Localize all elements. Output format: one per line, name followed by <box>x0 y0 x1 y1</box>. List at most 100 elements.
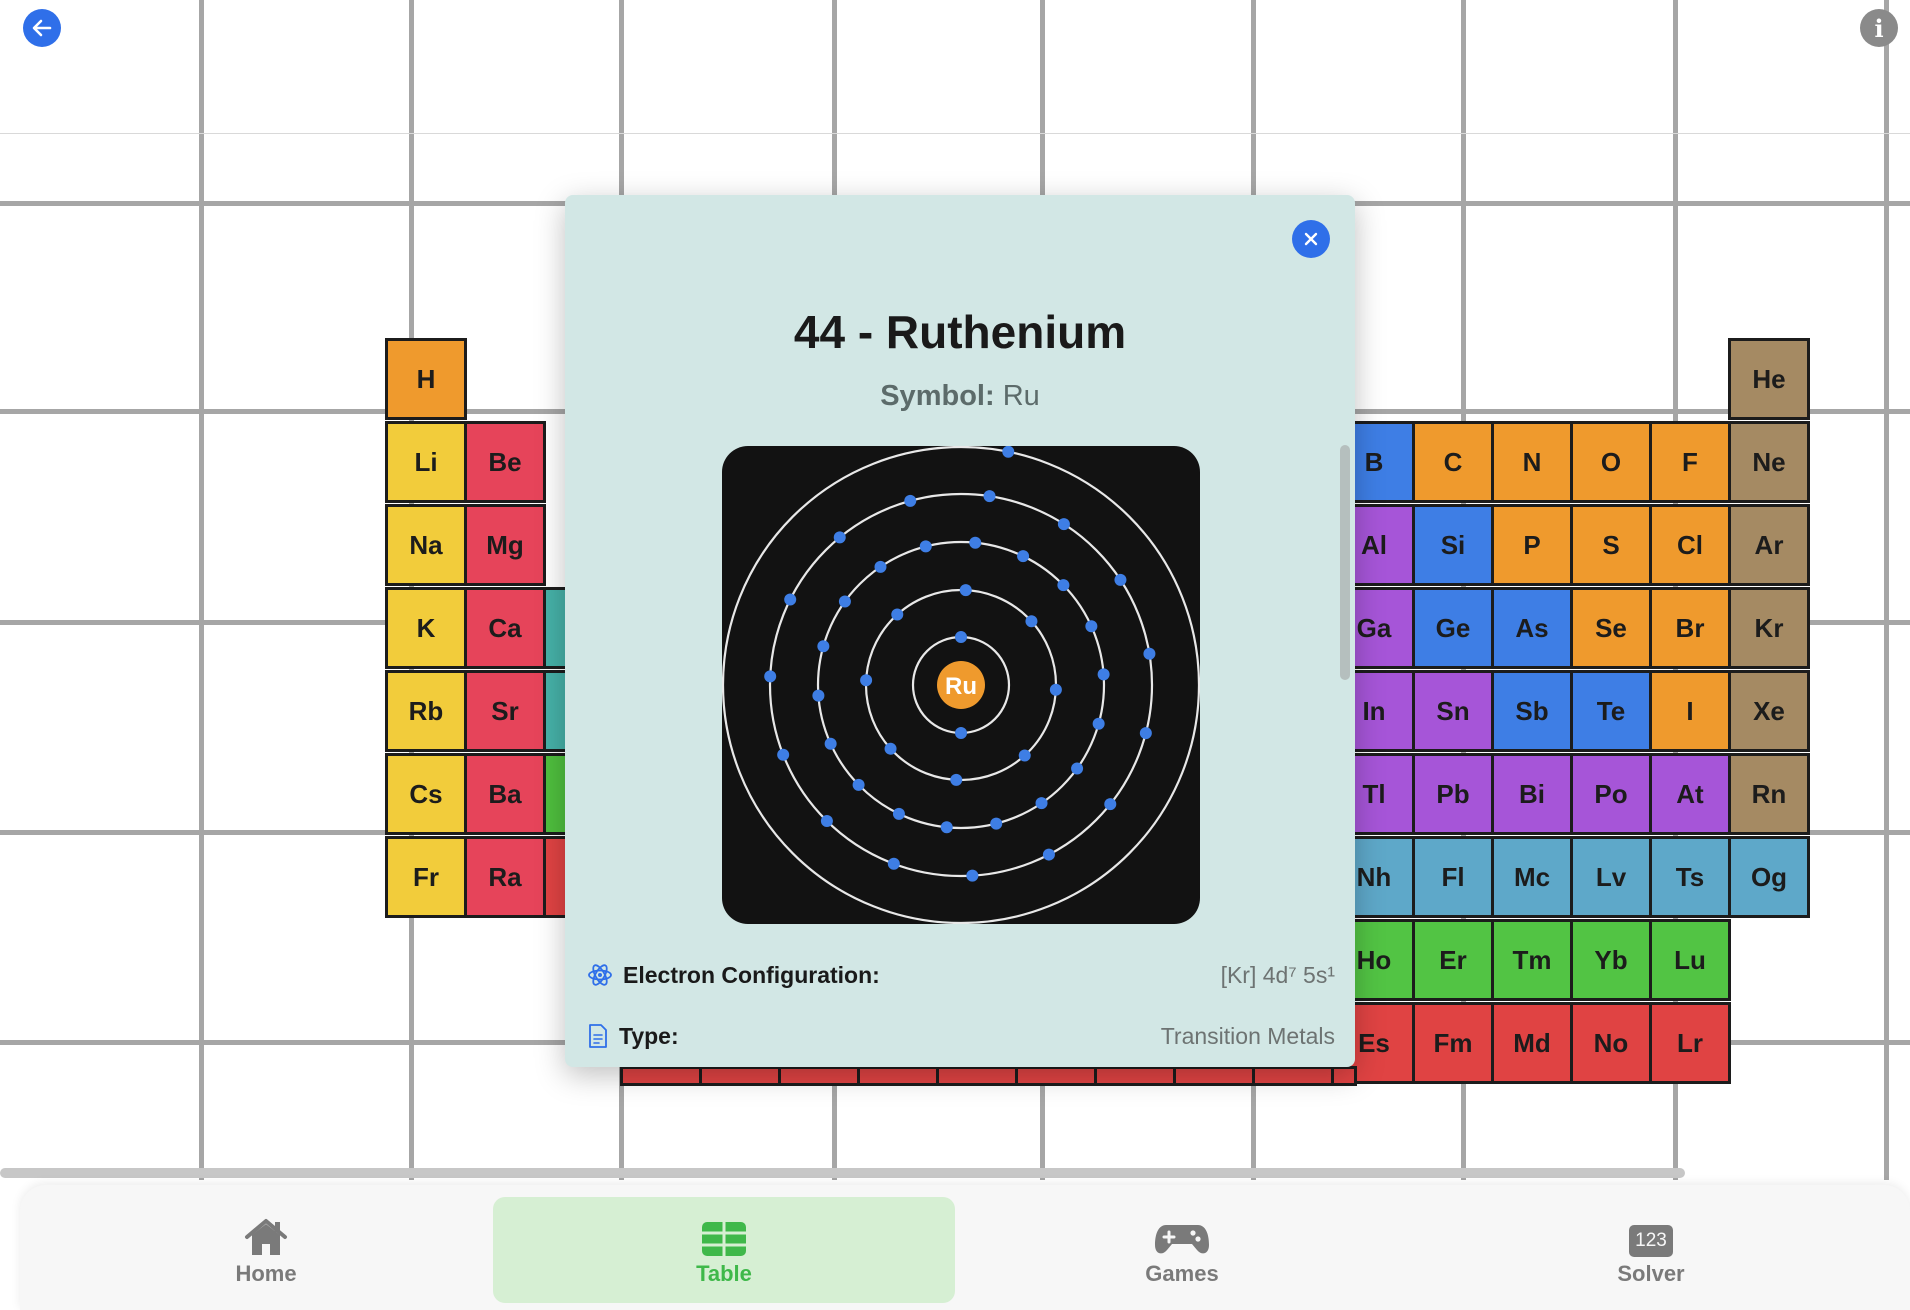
element-cell-o[interactable]: O <box>1570 421 1652 503</box>
element-cell-lu[interactable]: Lu <box>1649 919 1731 1001</box>
element-cell-mc[interactable]: Mc <box>1491 836 1573 918</box>
symbol-value: Ru <box>1002 380 1040 412</box>
detail-row-electron-config: Electron Configuration: [Kr] 4d⁷ 5s¹ <box>587 955 1335 995</box>
element-cell-ge[interactable]: Ge <box>1412 587 1494 669</box>
electron <box>820 815 833 828</box>
electron <box>904 494 917 507</box>
element-cell-fl[interactable]: Fl <box>1412 836 1494 918</box>
element-cell-se[interactable]: Se <box>1570 587 1652 669</box>
tab-label: Table <box>696 1261 752 1286</box>
electron <box>838 595 851 608</box>
electron <box>860 674 873 687</box>
tab-games[interactable]: Games <box>951 1197 1413 1303</box>
element-cell-at[interactable]: At <box>1649 753 1731 835</box>
tab-home[interactable]: Home <box>35 1197 497 1303</box>
tab-bar: Home Table Games 123 Solver <box>20 1185 1910 1310</box>
electron <box>777 748 790 761</box>
element-cell-si[interactable]: Si <box>1412 504 1494 586</box>
detail-value: [Kr] 4d⁷ 5s¹ <box>1220 961 1335 988</box>
detail-label: Electron Configuration: <box>623 961 880 988</box>
element-cell-og[interactable]: Og <box>1728 836 1810 918</box>
electron <box>1042 848 1055 861</box>
element-cell-no[interactable]: No <box>1570 1002 1652 1084</box>
element-cell-cs[interactable]: Cs <box>385 753 467 835</box>
electron <box>969 536 982 549</box>
electron <box>812 689 825 702</box>
gamecontroller-icon <box>1154 1213 1210 1257</box>
element-cell-bi[interactable]: Bi <box>1491 753 1573 835</box>
element-cell-ts[interactable]: Ts <box>1649 836 1731 918</box>
element-cell-br[interactable]: Br <box>1649 587 1731 669</box>
document-icon <box>589 1024 607 1048</box>
element-cell-rn[interactable]: Rn <box>1728 753 1810 835</box>
element-cell-c[interactable]: C <box>1412 421 1494 503</box>
element-cell-he[interactable]: He <box>1728 338 1810 420</box>
element-cell-ca[interactable]: Ca <box>464 587 546 669</box>
element-cell-as[interactable]: As <box>1491 587 1573 669</box>
element-cell-p[interactable]: P <box>1491 504 1573 586</box>
electron <box>892 807 905 820</box>
element-cell-fm[interactable]: Fm <box>1412 1002 1494 1084</box>
element-cell-md[interactable]: Md <box>1491 1002 1573 1084</box>
element-cell-po[interactable]: Po <box>1570 753 1652 835</box>
header-divider <box>0 133 1910 134</box>
element-cell-lr[interactable]: Lr <box>1649 1002 1731 1084</box>
table-icon <box>701 1213 747 1257</box>
electron <box>1017 550 1030 563</box>
electron <box>1143 647 1156 660</box>
horizontal-scrollbar[interactable] <box>0 1168 1685 1178</box>
element-cell-fr[interactable]: Fr <box>385 836 467 918</box>
tab-solver[interactable]: 123 Solver <box>1420 1197 1882 1303</box>
element-cell-ra[interactable]: Ra <box>464 836 546 918</box>
element-cell-be[interactable]: Be <box>464 421 546 503</box>
element-cell-ar[interactable]: Ar <box>1728 504 1810 586</box>
electron <box>1025 615 1038 628</box>
close-button[interactable] <box>1292 220 1330 258</box>
electron <box>764 670 777 683</box>
element-cell-rb[interactable]: Rb <box>385 670 467 752</box>
element-cell-na[interactable]: Na <box>385 504 467 586</box>
element-cell-sr[interactable]: Sr <box>464 670 546 752</box>
element-cell-ne[interactable]: Ne <box>1728 421 1810 503</box>
electron <box>966 869 979 882</box>
element-cell-er[interactable]: Er <box>1412 919 1494 1001</box>
electron <box>1002 446 1015 458</box>
electron <box>955 631 967 643</box>
atom-icon <box>588 964 612 986</box>
123-icon: 123 <box>1629 1213 1673 1257</box>
element-title: 44 - Ruthenium <box>793 306 1127 358</box>
modal-scrollbar[interactable] <box>1340 445 1350 680</box>
element-cell-pb[interactable]: Pb <box>1412 753 1494 835</box>
element-cell-n[interactable]: N <box>1491 421 1573 503</box>
electron <box>1085 620 1098 633</box>
back-button[interactable] <box>23 9 61 47</box>
element-cell-ba[interactable]: Ba <box>464 753 546 835</box>
electron <box>852 778 865 791</box>
element-cell-tm[interactable]: Tm <box>1491 919 1573 1001</box>
element-cell-k[interactable]: K <box>385 587 467 669</box>
element-cell-i[interactable]: I <box>1649 670 1731 752</box>
electron <box>824 737 837 750</box>
tab-table[interactable]: Table <box>493 1197 955 1303</box>
close-icon <box>1304 232 1318 246</box>
element-cell-xe[interactable]: Xe <box>1728 670 1810 752</box>
electron <box>983 490 996 503</box>
element-cell-kr[interactable]: Kr <box>1728 587 1810 669</box>
electron <box>1092 717 1105 730</box>
element-cell-sn[interactable]: Sn <box>1412 670 1494 752</box>
detail-label: Type: <box>619 1022 679 1049</box>
info-button[interactable]: i <box>1860 9 1898 47</box>
element-cell-s[interactable]: S <box>1570 504 1652 586</box>
element-cell-li[interactable]: Li <box>385 421 467 503</box>
element-cell-te[interactable]: Te <box>1570 670 1652 752</box>
element-cell-sb[interactable]: Sb <box>1491 670 1573 752</box>
bohr-model-diagram: Ru <box>722 446 1200 924</box>
electron <box>1057 518 1070 531</box>
element-cell-f[interactable]: F <box>1649 421 1731 503</box>
arrow-left-icon <box>32 19 52 37</box>
element-cell-lv[interactable]: Lv <box>1570 836 1652 918</box>
element-cell-h[interactable]: H <box>385 338 467 420</box>
element-cell-yb[interactable]: Yb <box>1570 919 1652 1001</box>
element-cell-cl[interactable]: Cl <box>1649 504 1731 586</box>
element-cell-mg[interactable]: Mg <box>464 504 546 586</box>
